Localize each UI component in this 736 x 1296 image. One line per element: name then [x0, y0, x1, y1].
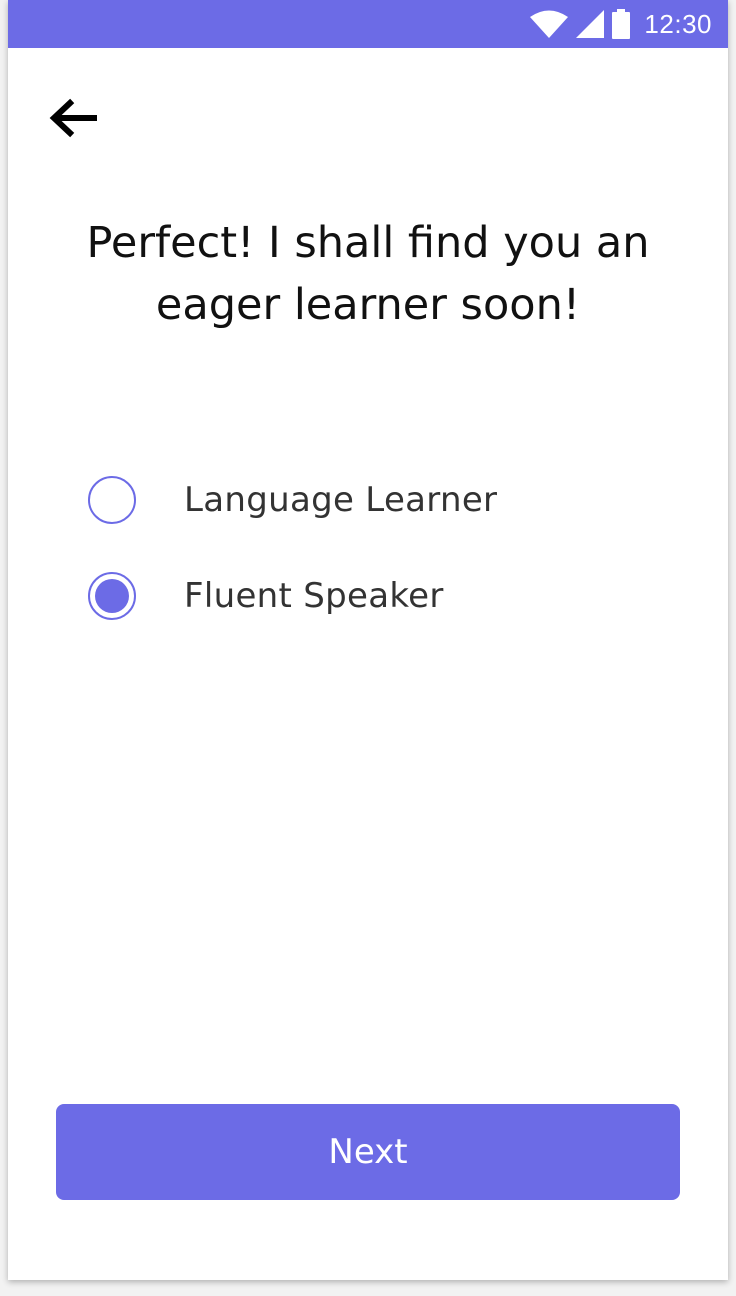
radio-selected-dot	[95, 579, 129, 613]
wifi-icon	[530, 10, 569, 38]
status-bar: 12:30	[8, 0, 728, 48]
option-fluent-speaker[interactable]: Fluent Speaker	[88, 570, 688, 622]
battery-icon	[612, 9, 631, 39]
app-screen: 12:30 Perfect! I shall find you an eager…	[8, 0, 728, 1280]
back-button[interactable]	[48, 92, 112, 148]
option-label: Fluent Speaker	[184, 576, 444, 616]
status-icons: 12:30	[530, 0, 712, 48]
signal-icon	[576, 10, 605, 38]
arrow-left-icon	[48, 98, 98, 143]
role-options: Language Learner Fluent Speaker	[88, 474, 688, 666]
status-time: 12:30	[644, 8, 712, 39]
next-button[interactable]: Next	[56, 1104, 680, 1200]
option-language-learner[interactable]: Language Learner	[88, 474, 688, 526]
page-title: Perfect! I shall find you an eager learn…	[86, 218, 650, 330]
option-label: Language Learner	[184, 480, 498, 520]
radio-button-selected[interactable]	[88, 572, 136, 620]
radio-button-unselected[interactable]	[88, 476, 136, 524]
